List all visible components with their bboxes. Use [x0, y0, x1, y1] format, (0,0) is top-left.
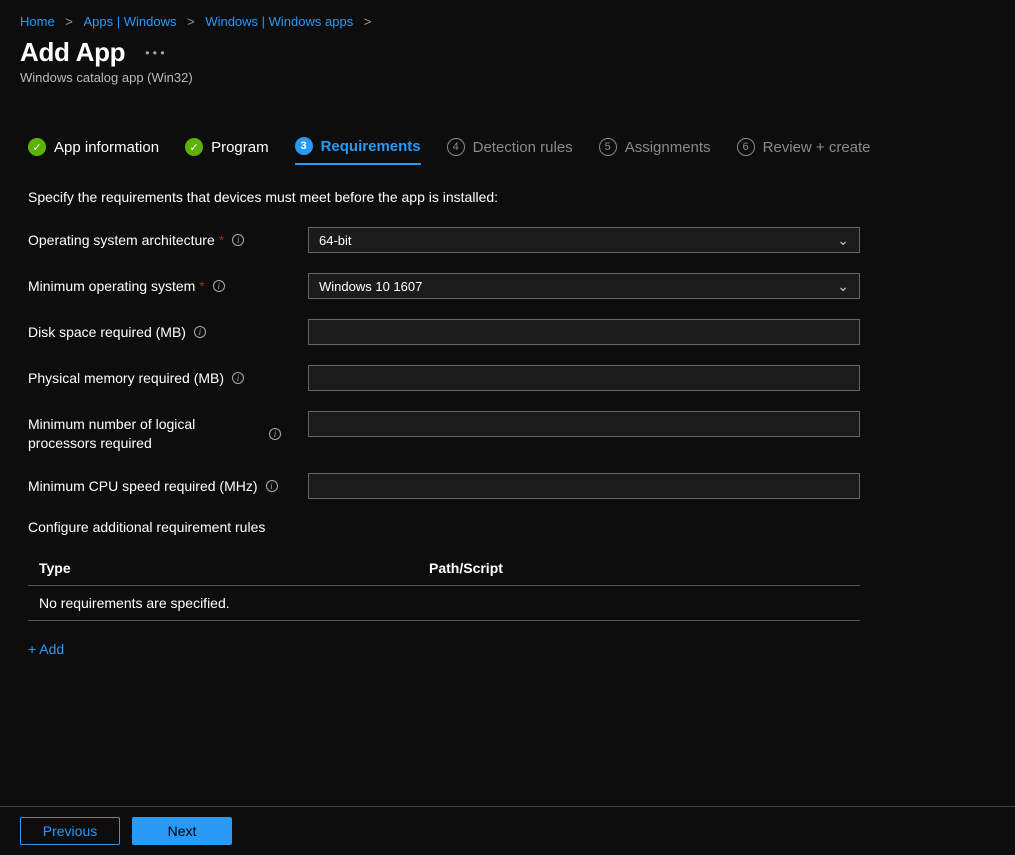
tab-requirements[interactable]: 3 Requirements — [295, 137, 421, 165]
tab-label: Requirements — [321, 138, 421, 155]
cpu-count-label: Minimum number of logical processors req… — [28, 411, 281, 453]
select-value: 64-bit — [319, 233, 352, 248]
chevron-down-icon: ⌄ — [837, 232, 849, 249]
tab-label: App information — [54, 139, 159, 156]
tab-label: Review + create — [763, 139, 871, 156]
select-value: Windows 10 1607 — [319, 279, 422, 294]
tab-content: Specify the requirements that devices mu… — [0, 165, 1015, 677]
next-button[interactable]: Next — [132, 817, 232, 845]
tab-detection-rules[interactable]: 4 Detection rules — [447, 137, 573, 165]
cpu-speed-label: Minimum CPU speed required (MHz) i — [28, 473, 308, 496]
mem-input[interactable] — [308, 365, 860, 391]
step-number-icon: 5 — [599, 138, 617, 156]
info-icon[interactable]: i — [269, 428, 281, 440]
breadcrumb-apps[interactable]: Apps | Windows — [84, 14, 177, 29]
breadcrumb: Home > Apps | Windows > Windows | Window… — [0, 0, 1015, 37]
breadcrumb-windows-apps[interactable]: Windows | Windows apps — [205, 14, 353, 29]
tab-assignments[interactable]: 5 Assignments — [599, 137, 711, 165]
check-icon: ✓ — [28, 138, 46, 156]
page-subtitle: Windows catalog app (Win32) — [20, 70, 995, 85]
step-number-icon: 6 — [737, 138, 755, 156]
step-number-icon: 4 — [447, 138, 465, 156]
table-row-empty: No requirements are specified. — [28, 586, 860, 621]
disk-label: Disk space required (MB) i — [28, 319, 308, 342]
info-icon[interactable]: i — [232, 234, 244, 246]
rules-heading: Configure additional requirement rules — [28, 519, 987, 535]
tab-label: Detection rules — [473, 139, 573, 156]
page-header: Add App • • • Windows catalog app (Win32… — [0, 37, 1015, 103]
os-arch-label: Operating system architecture * i — [28, 227, 308, 250]
min-os-label: Minimum operating system * i — [28, 273, 308, 296]
chevron-right-icon: > — [59, 14, 80, 29]
previous-button[interactable]: Previous — [20, 817, 120, 845]
min-os-select[interactable]: Windows 10 1607 ⌄ — [308, 273, 860, 299]
tab-program[interactable]: ✓ Program — [185, 137, 269, 165]
info-icon[interactable]: i — [266, 480, 278, 492]
chevron-right-icon: > — [357, 14, 378, 29]
disk-input[interactable] — [308, 319, 860, 345]
add-rule-button[interactable]: + Add — [28, 641, 64, 657]
os-arch-select[interactable]: 64-bit ⌄ — [308, 227, 860, 253]
check-icon: ✓ — [185, 138, 203, 156]
col-type: Type — [39, 560, 429, 576]
breadcrumb-home[interactable]: Home — [20, 14, 55, 29]
tab-label: Program — [211, 139, 269, 156]
rules-table: Type Path/Script No requirements are spe… — [28, 551, 860, 621]
page-title: Add App — [20, 37, 125, 68]
tab-label: Assignments — [625, 139, 711, 156]
step-number-icon: 3 — [295, 137, 313, 155]
required-asterisk: * — [199, 277, 204, 296]
info-icon[interactable]: i — [232, 372, 244, 384]
chevron-right-icon: > — [180, 14, 201, 29]
info-icon[interactable]: i — [194, 326, 206, 338]
tab-review-create[interactable]: 6 Review + create — [737, 137, 871, 165]
tab-app-information[interactable]: ✓ App information — [28, 137, 159, 165]
tabs: ✓ App information ✓ Program 3 Requiremen… — [0, 103, 1015, 165]
cpu-speed-input[interactable] — [308, 473, 860, 499]
chevron-down-icon: ⌄ — [837, 278, 849, 295]
instruction-text: Specify the requirements that devices mu… — [28, 189, 987, 205]
required-asterisk: * — [219, 231, 224, 250]
info-icon[interactable]: i — [213, 280, 225, 292]
col-path: Path/Script — [429, 560, 503, 576]
cpu-count-input[interactable] — [308, 411, 860, 437]
more-icon[interactable]: • • • — [145, 46, 164, 60]
footer: Previous Next — [0, 806, 1015, 855]
mem-label: Physical memory required (MB) i — [28, 365, 308, 388]
